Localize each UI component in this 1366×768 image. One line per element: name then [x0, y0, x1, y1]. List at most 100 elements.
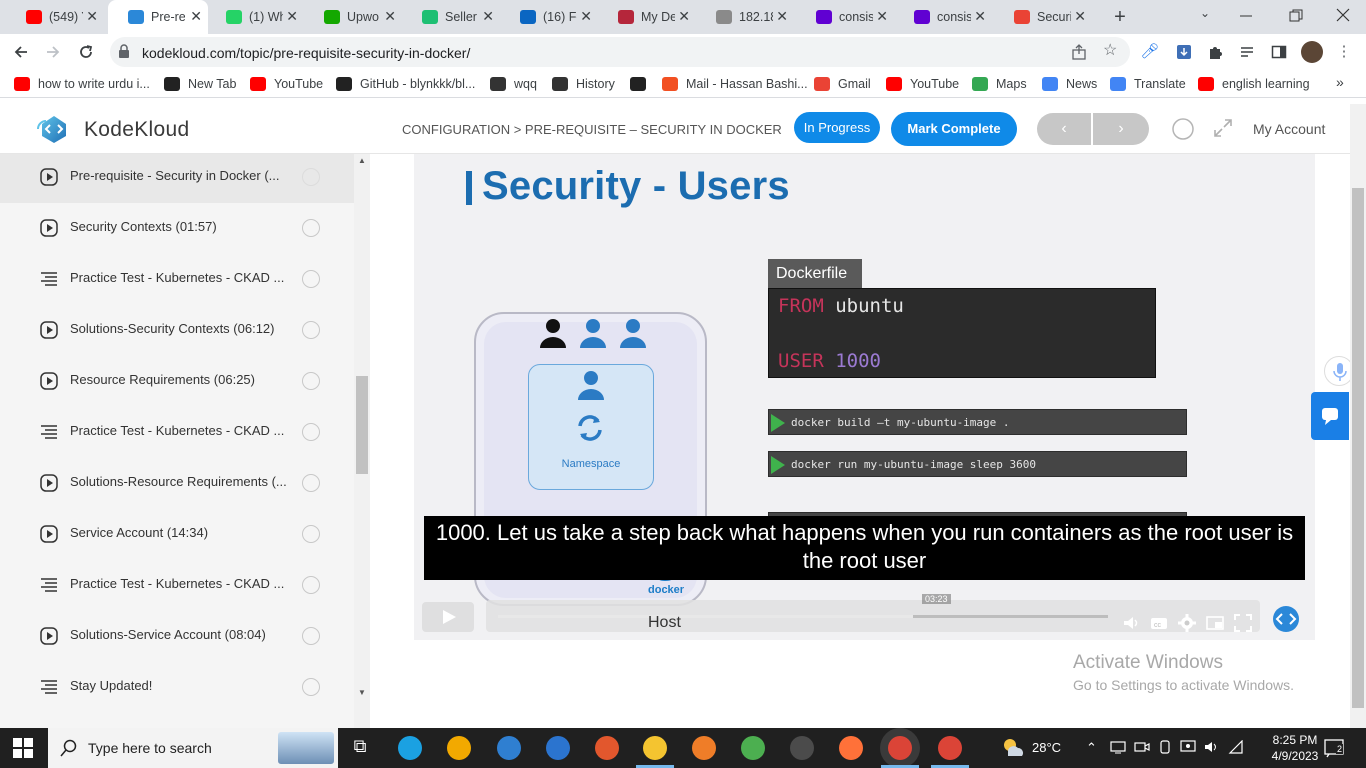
browser-tab[interactable]: Seller ✕: [402, 0, 500, 34]
share-icon[interactable]: [1071, 44, 1087, 60]
close-tab-icon[interactable]: ✕: [384, 8, 396, 25]
notification-center-icon[interactable]: 2: [1324, 738, 1346, 758]
back-button[interactable]: [8, 40, 34, 64]
windows-start-icon[interactable]: [13, 738, 33, 758]
lesson-completion-circle[interactable]: [302, 168, 320, 186]
show-hidden-icons-chevron[interactable]: ⌃: [1086, 740, 1097, 756]
close-tab-icon[interactable]: ✕: [482, 8, 494, 25]
lesson-item[interactable]: Resource Requirements (06:25): [0, 356, 354, 407]
close-tab-icon[interactable]: ✕: [776, 8, 788, 25]
close-tab-icon[interactable]: ✕: [974, 8, 986, 25]
browser-tab[interactable]: consis ✕: [894, 0, 992, 34]
previous-lesson-button[interactable]: ‹: [1037, 113, 1091, 145]
obs-icon[interactable]: [790, 736, 814, 760]
kodekloud-logo-icon[interactable]: [34, 114, 74, 144]
extensions-puzzle-icon[interactable]: [1205, 42, 1225, 62]
lesson-completion-circle[interactable]: [302, 219, 320, 237]
bookmark-item[interactable]: Translate: [1110, 75, 1186, 93]
close-tab-icon[interactable]: ✕: [86, 8, 98, 25]
taskbar-search-box[interactable]: Type here to search: [48, 728, 338, 768]
network-icon[interactable]: [1110, 740, 1126, 757]
lesson-completion-circle[interactable]: [302, 321, 320, 339]
chrome-profile-icon[interactable]: [888, 736, 912, 760]
app-icon[interactable]: [595, 736, 619, 760]
close-tab-icon[interactable]: ✕: [876, 8, 888, 25]
settings-app-icon[interactable]: [692, 736, 716, 760]
bookmark-item[interactable]: New Tab: [164, 75, 236, 93]
close-window-button[interactable]: [1335, 7, 1351, 23]
picture-in-picture-icon[interactable]: [1206, 614, 1224, 632]
chrome-profile-h-icon[interactable]: [938, 736, 962, 760]
task-view-icon[interactable]: ⧉: [348, 736, 372, 760]
lesson-completion-circle[interactable]: [302, 423, 320, 441]
reading-list-icon[interactable]: [1237, 42, 1257, 62]
firefox-icon[interactable]: [839, 736, 863, 760]
lesson-item[interactable]: Pre-requisite - Security in Docker (...: [0, 154, 354, 203]
mark-complete-button[interactable]: Mark Complete: [891, 112, 1017, 146]
bookmark-star-icon[interactable]: ☆: [1103, 43, 1119, 59]
bookmark-item[interactable]: [630, 75, 654, 93]
sidebar-scrollbar-thumb[interactable]: [356, 376, 368, 474]
video-fullscreen-icon[interactable]: [1234, 614, 1252, 632]
taskbar-search-placeholder[interactable]: Type here to search: [88, 740, 212, 756]
lesson-item[interactable]: Stay Updated!: [0, 662, 354, 713]
bookmark-item[interactable]: wqq: [490, 75, 537, 93]
browser-tab[interactable]: consis ✕: [796, 0, 894, 34]
bookmark-item[interactable]: History: [552, 75, 615, 93]
lesson-completion-circle[interactable]: [302, 474, 320, 492]
dark-mode-toggle-icon[interactable]: [1171, 117, 1195, 141]
weather-widget[interactable]: 28°C: [1000, 736, 1070, 760]
skype-icon[interactable]: [497, 736, 521, 760]
lesson-item[interactable]: Service Account (14:34): [0, 509, 354, 560]
bookmark-item[interactable]: Mail - Hassan Bashi...: [662, 75, 808, 93]
side-panel-icon[interactable]: [1269, 42, 1289, 62]
bookmark-item[interactable]: Maps: [972, 75, 1027, 93]
bookmarks-overflow-icon[interactable]: »: [1336, 74, 1344, 90]
profile-avatar[interactable]: [1301, 41, 1323, 63]
video-progress-fill[interactable]: [498, 615, 913, 618]
sidebar-scroll-up-icon[interactable]: ▲: [356, 156, 368, 165]
bookmark-item[interactable]: News: [1042, 75, 1097, 93]
my-account-link[interactable]: My Account: [1253, 121, 1325, 137]
browser-tab[interactable]: 182.18✕: [696, 0, 794, 34]
browser-tab[interactable]: My De ✕: [598, 0, 696, 34]
chrome-icon[interactable]: [741, 736, 765, 760]
tab-search-icon[interactable]: ⌄: [1196, 6, 1214, 24]
close-tab-icon[interactable]: ✕: [580, 8, 592, 25]
close-tab-icon[interactable]: ✕: [190, 8, 202, 25]
browser-tab[interactable]: Upwo ✕: [304, 0, 402, 34]
bookmark-item[interactable]: how to write urdu i...: [14, 75, 150, 93]
lesson-item[interactable]: Solutions-Resource Requirements (...: [0, 458, 354, 509]
browser-menu-icon[interactable]: ⋮: [1334, 42, 1354, 62]
closed-captions-icon[interactable]: cc: [1150, 614, 1168, 632]
bookmark-item[interactable]: Gmail: [814, 75, 871, 93]
file-explorer-icon[interactable]: [643, 736, 667, 760]
lesson-item[interactable]: Practice Test - Kubernetes - CKAD ...: [0, 254, 354, 305]
edge-browser-icon[interactable]: [398, 736, 422, 760]
close-tab-icon[interactable]: ✕: [678, 8, 690, 25]
lock-icon[interactable]: [118, 44, 130, 58]
close-tab-icon[interactable]: ✕: [1074, 8, 1086, 25]
kodekloud-logo-text[interactable]: KodeKloud: [84, 118, 189, 142]
lesson-item[interactable]: Practice Test - Kubernetes - CKAD ...: [0, 407, 354, 458]
settings-gear-icon[interactable]: [1178, 614, 1196, 632]
bookmark-item[interactable]: GitHub - blynkkk/bl...: [336, 75, 475, 93]
new-tab-button[interactable]: +: [1109, 6, 1131, 28]
volume-icon[interactable]: [1122, 614, 1140, 632]
browser-tab[interactable]: Pre-re ✕: [108, 0, 208, 34]
mail-icon[interactable]: [546, 736, 570, 760]
lesson-completion-circle[interactable]: [302, 525, 320, 543]
lesson-completion-circle[interactable]: [302, 576, 320, 594]
browser-tab[interactable]: (1) Wh ✕: [206, 0, 304, 34]
bookmark-item[interactable]: YouTube: [886, 75, 959, 93]
breadcrumb[interactable]: CONFIGURATION > PRE-REQUISITE – SECURITY…: [402, 122, 782, 137]
lesson-completion-circle[interactable]: [302, 678, 320, 696]
microphone-extension-icon[interactable]: 🎤︎: [1140, 42, 1160, 62]
browser-tab[interactable]: Securi ✕: [994, 0, 1092, 34]
lesson-completion-circle[interactable]: [302, 372, 320, 390]
address-bar[interactable]: kodekloud.com/topic/pre-requisite-securi…: [110, 37, 1130, 67]
sidebar-scroll-down-icon[interactable]: ▼: [356, 688, 368, 697]
lesson-completion-circle[interactable]: [302, 270, 320, 288]
bookmark-item[interactable]: english learning: [1198, 75, 1310, 93]
in-progress-button[interactable]: In Progress: [794, 112, 880, 143]
